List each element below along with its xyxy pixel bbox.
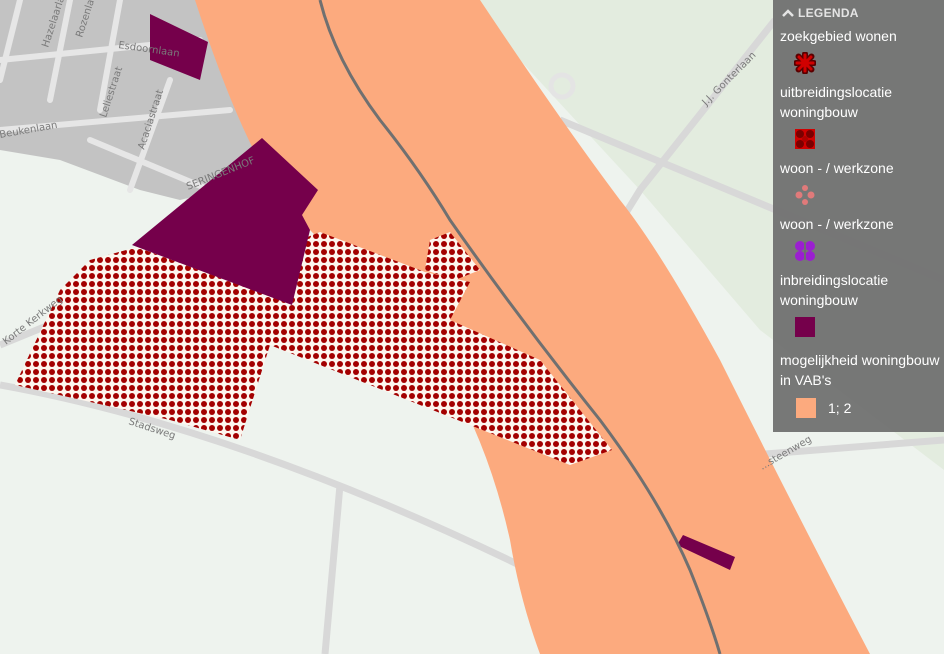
legend-item-zoekgebied: zoekgebied wonen xyxy=(773,26,944,74)
legend-item-inbreiding: inbreidingslocatie woningbouw xyxy=(773,270,944,338)
legend-item-woon-werkzone-2: woon - / werkzone xyxy=(773,214,944,262)
legend-toggle[interactable]: LEGENDA xyxy=(773,0,944,26)
legend-label: uitbreidingslocatie woningbouw xyxy=(780,84,893,120)
peach-square-icon xyxy=(796,398,816,418)
legend-label: inbreidingslocatie woningbouw xyxy=(780,272,889,308)
asterisk-symbol-icon xyxy=(794,52,816,74)
legend-label: woon - / werkzone xyxy=(780,216,894,232)
legend-item-uitbreiding: uitbreidingslocatie woningbouw xyxy=(773,82,944,150)
legend-item-vab: mogelijkheid woningbouw in VAB's 1; 2 xyxy=(773,346,944,418)
pink-dot-pattern-icon xyxy=(795,185,815,205)
legend-title: LEGENDA xyxy=(798,6,859,20)
dot-pattern-icon xyxy=(795,129,815,149)
legend-item-woon-werkzone-1: woon - / werkzone xyxy=(773,158,944,206)
chevron-up-icon xyxy=(782,9,794,17)
legend-value-label: 1; 2 xyxy=(828,400,852,416)
legend-label: zoekgebied wonen xyxy=(780,28,897,44)
legend-panel: LEGENDA zoekgebied wonen uitbreidingsloc… xyxy=(773,0,944,432)
legend-row-vab: 1; 2 xyxy=(796,398,944,418)
legend-label: mogelijkheid woningbouw in VAB's xyxy=(780,352,940,388)
legend-label: woon - / werkzone xyxy=(780,160,894,176)
purple-dot-pattern-icon xyxy=(795,241,815,261)
solid-square-icon xyxy=(795,317,815,337)
